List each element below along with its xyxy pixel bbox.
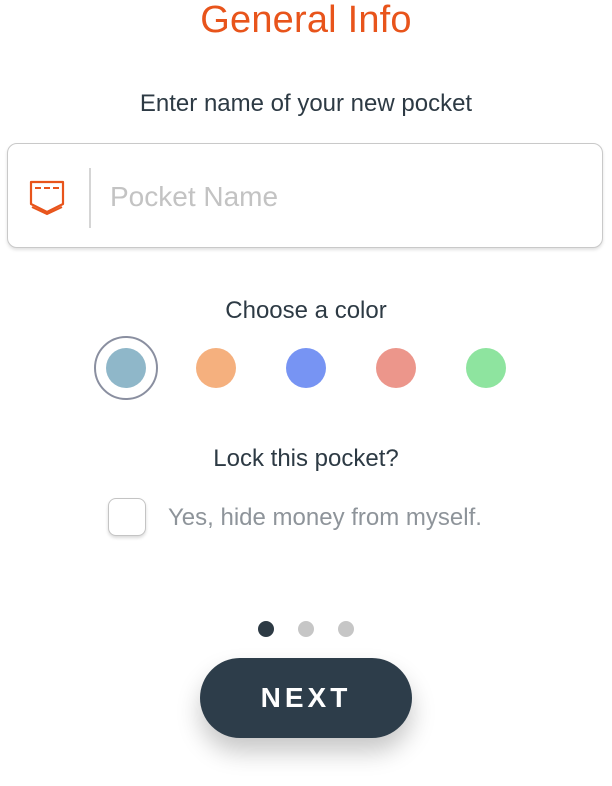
color-swatch-fill (376, 348, 416, 388)
color-swatch-green[interactable] (454, 336, 518, 400)
color-swatch-blue-grey[interactable] (94, 336, 158, 400)
next-button[interactable]: NEXT (200, 658, 412, 738)
lock-checkbox[interactable] (108, 498, 146, 536)
color-label: Choose a color (225, 297, 387, 324)
lock-checkbox-label[interactable]: Yes, hide money from myself. (168, 503, 482, 533)
pagination-dot (258, 621, 274, 637)
pocket-icon (29, 180, 65, 216)
page-title: General Info (200, 0, 412, 41)
pagination-dot (298, 621, 314, 637)
pocket-name-label: Enter name of your new pocket (139, 90, 473, 117)
pocket-name-field[interactable] (7, 143, 603, 248)
color-swatch-red[interactable] (364, 336, 428, 400)
color-swatch-fill (106, 348, 146, 388)
pagination-dot (338, 621, 354, 637)
color-swatch-blue[interactable] (274, 336, 338, 400)
lock-label: Lock this pocket? (213, 445, 399, 472)
field-divider (89, 168, 91, 228)
color-swatch-fill (286, 348, 326, 388)
pocket-name-input[interactable] (110, 172, 580, 222)
color-swatch-fill (466, 348, 506, 388)
color-swatch-fill (196, 348, 236, 388)
color-swatch-orange[interactable] (184, 336, 248, 400)
